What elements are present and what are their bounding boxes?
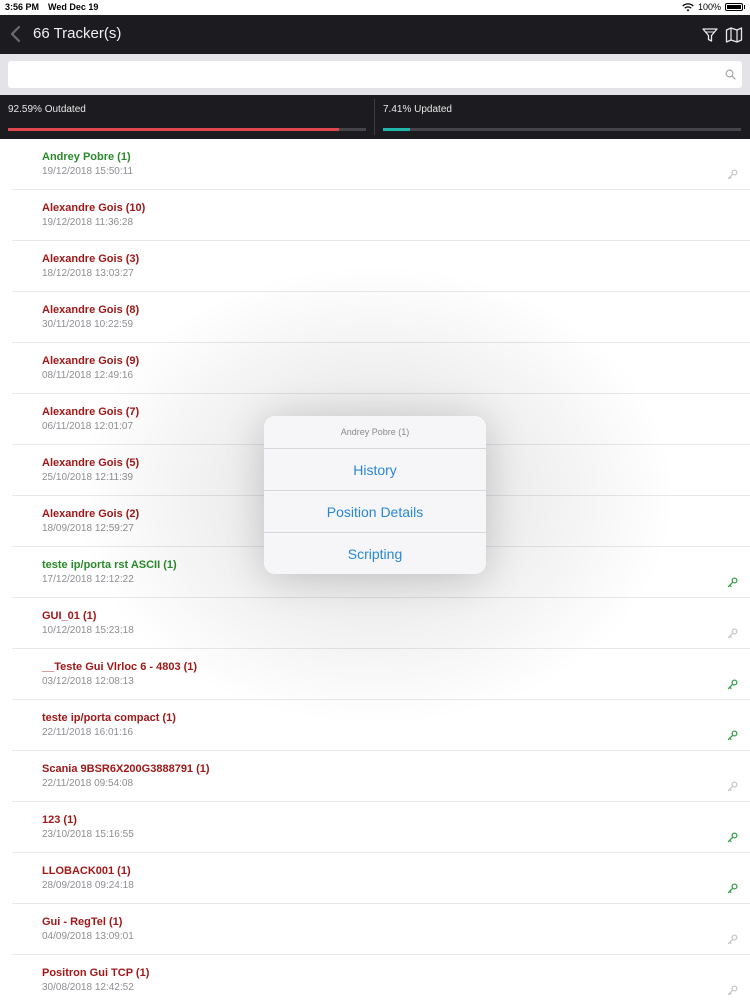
tracker-date: 19/12/2018 15:50:11 xyxy=(42,166,134,177)
tracker-date: 06/11/2018 12:01:07 xyxy=(42,421,134,432)
key-icon xyxy=(727,932,738,945)
tracker-name: Andrey Pobre (1) xyxy=(42,151,131,163)
tracker-name: Alexandre Gois (5) xyxy=(42,457,140,469)
tracker-date: 03/12/2018 12:08:13 xyxy=(42,676,134,687)
tracker-date: 22/11/2018 16:01:16 xyxy=(42,727,134,738)
tracker-date: 30/08/2018 12:42:52 xyxy=(42,982,134,993)
status-right: 100% xyxy=(682,2,745,12)
tracker-row[interactable]: Alexandre Gois (8) 30/11/2018 10:22:59 xyxy=(12,292,750,343)
outdated-progress-track xyxy=(8,128,366,131)
scripting-button[interactable]: Scripting xyxy=(264,533,486,574)
key-icon xyxy=(727,779,738,792)
tracker-name: Alexandre Gois (10) xyxy=(42,202,146,214)
tracker-row[interactable]: GUI_01 (1) 10/12/2018 15:23:18 xyxy=(12,598,750,649)
tracker-date: 30/11/2018 10:22:59 xyxy=(42,319,134,330)
tracker-name: Alexandre Gois (3) xyxy=(42,253,140,265)
updated-progress-fill xyxy=(383,128,410,131)
tracker-name: Alexandre Gois (7) xyxy=(42,406,140,418)
tracker-name: teste ip/porta rst ASCII (1) xyxy=(42,559,177,571)
tracker-date: 17/12/2018 12:12:22 xyxy=(42,574,134,585)
tracker-date: 23/10/2018 15:16:55 xyxy=(42,829,134,840)
battery-cap xyxy=(744,5,745,9)
key-icon xyxy=(727,575,738,588)
tracker-name: 123 (1) xyxy=(42,814,77,826)
tracker-name: GUI_01 (1) xyxy=(42,610,97,622)
key-icon xyxy=(727,881,738,894)
map-icon[interactable] xyxy=(725,26,743,44)
updated-progress-track xyxy=(383,128,741,131)
tracker-row[interactable]: LLOBACK001 (1) 28/09/2018 09:24:18 xyxy=(12,853,750,904)
tracker-date: 19/12/2018 11:36:28 xyxy=(42,217,134,228)
tracker-name: __Teste Gui Vlrloc 6 - 4803 (1) xyxy=(42,661,198,673)
tracker-row[interactable]: Gui - RegTel (1) 04/09/2018 13:09:01 xyxy=(12,904,750,955)
stats-bar: 92.59% Outdated 7.41% Updated xyxy=(0,95,750,139)
tracker-row[interactable]: Andrey Pobre (1) 19/12/2018 15:50:11 xyxy=(12,139,750,190)
search-input[interactable] xyxy=(8,61,742,88)
status-bar: 3:56 PM Wed Dec 19 100% xyxy=(0,0,750,15)
action-sheet-title: Andrey Pobre (1) xyxy=(264,416,486,449)
tracker-date: 04/09/2018 13:09:01 xyxy=(42,931,134,942)
outdated-stat[interactable]: 92.59% Outdated xyxy=(0,95,374,139)
history-button[interactable]: History xyxy=(264,449,486,491)
key-icon xyxy=(727,626,738,639)
tracker-row[interactable]: teste ip/porta compact (1) 22/11/2018 16:… xyxy=(12,700,750,751)
search-bar xyxy=(0,54,750,95)
key-icon xyxy=(727,983,738,996)
tracker-date: 10/12/2018 15:23:18 xyxy=(42,625,134,636)
tracker-row[interactable]: Scania 9BSR6X200G3888791 (1) 22/11/2018 0… xyxy=(12,751,750,802)
battery-icon xyxy=(725,3,743,11)
search-icon xyxy=(725,69,736,80)
filter-icon[interactable] xyxy=(701,26,719,44)
key-icon xyxy=(727,830,738,843)
tracker-row[interactable]: Positron Gui TCP (1) 30/08/2018 12:42:52 xyxy=(12,955,750,1000)
nav-bar: 66 Tracker(s) xyxy=(0,15,750,54)
page-title: 66 Tracker(s) xyxy=(33,25,122,42)
status-date: Wed Dec 19 xyxy=(48,2,99,12)
tracker-row[interactable]: Alexandre Gois (9) 08/11/2018 12:49:16 xyxy=(12,343,750,394)
status-time: 3:56 PM xyxy=(5,2,40,12)
tracker-date: 08/11/2018 12:49:16 xyxy=(42,370,134,381)
tracker-name: Alexandre Gois (8) xyxy=(42,304,140,316)
tracker-row[interactable]: Alexandre Gois (10) 19/12/2018 11:36:28 xyxy=(12,190,750,241)
tracker-date: 22/11/2018 09:54:08 xyxy=(42,778,134,789)
tracker-name: Alexandre Gois (9) xyxy=(42,355,140,367)
outdated-progress-fill xyxy=(8,128,340,131)
key-icon xyxy=(727,677,738,690)
tracker-name: teste ip/porta compact (1) xyxy=(42,712,176,724)
app-root: 3:56 PM Wed Dec 19 100% 66 Tracker(s) 92… xyxy=(0,0,750,1000)
key-icon xyxy=(727,728,738,741)
tracker-name: Alexandre Gois (2) xyxy=(42,508,140,520)
action-sheet: Andrey Pobre (1) History Position Detail… xyxy=(264,416,486,574)
tracker-date: 25/10/2018 12:11:39 xyxy=(42,472,134,483)
key-icon xyxy=(727,167,738,180)
battery-percent: 100% xyxy=(697,2,721,12)
tracker-date: 18/12/2018 13:03:27 xyxy=(42,268,134,279)
tracker-name: LLOBACK001 (1) xyxy=(42,865,131,877)
outdated-label: 92.59% Outdated xyxy=(8,104,86,115)
tracker-name: Scania 9BSR6X200G3888791 (1) xyxy=(42,763,210,775)
position-details-button[interactable]: Position Details xyxy=(264,491,486,533)
tracker-row[interactable]: 123 (1) 23/10/2018 15:16:55 xyxy=(12,802,750,853)
updated-stat[interactable]: 7.41% Updated xyxy=(375,95,750,139)
back-chevron-icon[interactable] xyxy=(9,24,23,44)
tracker-date: 28/09/2018 09:24:18 xyxy=(42,880,134,891)
tracker-date: 18/09/2018 12:59:27 xyxy=(42,523,134,534)
tracker-name: Gui - RegTel (1) xyxy=(42,916,123,928)
wifi-icon xyxy=(682,2,694,11)
updated-label: 7.41% Updated xyxy=(383,104,452,115)
tracker-name: Positron Gui TCP (1) xyxy=(42,967,150,979)
tracker-row[interactable]: __Teste Gui Vlrloc 6 - 4803 (1) 03/12/201… xyxy=(12,649,750,700)
tracker-row[interactable]: Alexandre Gois (3) 18/12/2018 13:03:27 xyxy=(12,241,750,292)
